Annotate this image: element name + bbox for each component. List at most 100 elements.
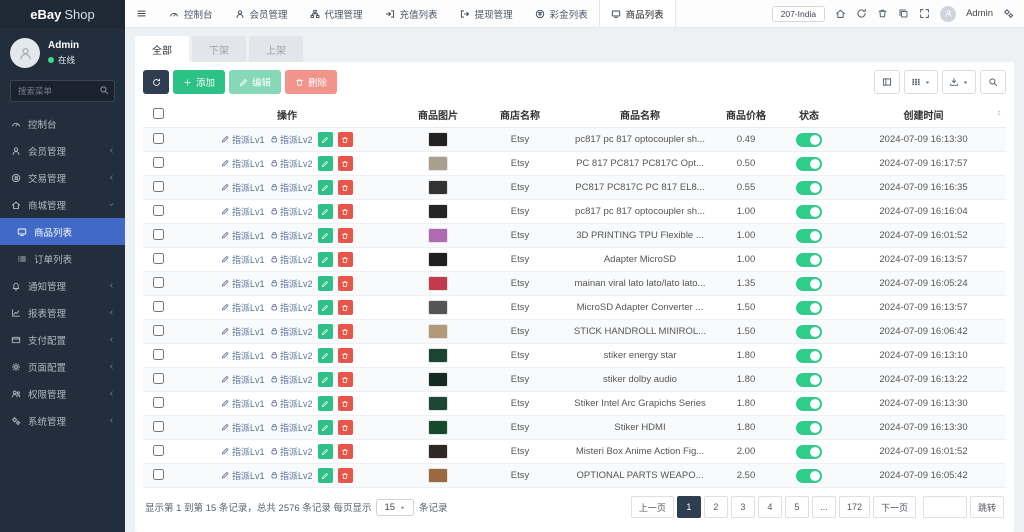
select-all-checkbox[interactable] [153, 108, 164, 119]
row-edit-button[interactable] [318, 204, 333, 219]
app-logo[interactable]: eBay Shop [0, 0, 125, 28]
row-edit-button[interactable] [318, 468, 333, 483]
status-toggle[interactable] [796, 373, 822, 387]
col-created[interactable]: 创建时间 [841, 102, 1006, 128]
assign-lv2-link[interactable]: 指派Lv2 [270, 373, 313, 386]
status-toggle[interactable] [796, 133, 822, 147]
navbar-avatar[interactable] [940, 6, 956, 22]
product-thumbnail[interactable] [428, 324, 448, 339]
row-edit-button[interactable] [318, 228, 333, 243]
trash-icon[interactable] [877, 8, 888, 19]
nav-tab[interactable]: 控制台 [158, 0, 224, 27]
page-ellipsis[interactable]: ... [812, 496, 836, 518]
assign-lv2-link[interactable]: 指派Lv2 [270, 469, 313, 482]
product-thumbnail[interactable] [428, 252, 448, 267]
product-thumbnail[interactable] [428, 276, 448, 291]
assign-lv1-link[interactable]: 指派Lv1 [221, 157, 264, 170]
row-checkbox[interactable] [153, 325, 164, 336]
row-delete-button[interactable] [338, 348, 353, 363]
row-delete-button[interactable] [338, 468, 353, 483]
assign-lv2-link[interactable]: 指派Lv2 [270, 133, 313, 146]
prev-page-button[interactable]: 上一页 [631, 496, 674, 518]
product-thumbnail[interactable] [428, 300, 448, 315]
row-edit-button[interactable] [318, 324, 333, 339]
row-delete-button[interactable] [338, 300, 353, 315]
nav-tab[interactable]: 商品列表 [599, 0, 676, 27]
assign-lv2-link[interactable]: 指派Lv2 [270, 229, 313, 242]
product-thumbnail[interactable] [428, 348, 448, 363]
assign-lv1-link[interactable]: 指派Lv1 [221, 469, 264, 482]
row-edit-button[interactable] [318, 276, 333, 291]
assign-lv2-link[interactable]: 指派Lv2 [270, 397, 313, 410]
status-toggle[interactable] [796, 397, 822, 411]
product-name[interactable]: PC 817 PC817 PC817C Opt... [565, 152, 715, 176]
product-thumbnail[interactable] [428, 132, 448, 147]
row-delete-button[interactable] [338, 372, 353, 387]
row-checkbox[interactable] [153, 421, 164, 432]
toggle-view-button[interactable] [874, 70, 900, 94]
product-name[interactable]: pc817 pc 817 optocoupler sh... [565, 200, 715, 224]
product-thumbnail[interactable] [428, 204, 448, 219]
product-thumbnail[interactable] [428, 180, 448, 195]
next-page-button[interactable]: 下一页 [873, 496, 916, 518]
product-name[interactable]: Adapter MicroSD [565, 248, 715, 272]
row-checkbox[interactable] [153, 205, 164, 216]
row-edit-button[interactable] [318, 300, 333, 315]
jump-button[interactable]: 跳转 [970, 496, 1004, 518]
sidebar-subitem[interactable]: 商品列表 [0, 218, 125, 245]
page-button-172[interactable]: 172 [839, 496, 870, 518]
sidebar-item[interactable]: 支付配置 [0, 326, 125, 353]
sidebar-item[interactable]: 权限管理 [0, 380, 125, 407]
page-button-4[interactable]: 4 [758, 496, 782, 518]
row-checkbox[interactable] [153, 349, 164, 360]
assign-lv1-link[interactable]: 指派Lv1 [221, 325, 264, 338]
row-checkbox[interactable] [153, 469, 164, 480]
columns-button[interactable] [904, 70, 938, 94]
nav-tab[interactable]: 彩金列表 [524, 0, 599, 27]
page-button-5[interactable]: 5 [785, 496, 809, 518]
product-thumbnail[interactable] [428, 420, 448, 435]
assign-lv2-link[interactable]: 指派Lv2 [270, 253, 313, 266]
assign-lv2-link[interactable]: 指派Lv2 [270, 301, 313, 314]
product-name[interactable]: Stiker HDMI [565, 416, 715, 440]
sidebar-toggle-button[interactable] [125, 0, 158, 27]
product-name[interactable]: OPTIONAL PARTS WEAPO... [565, 464, 715, 488]
assign-lv2-link[interactable]: 指派Lv2 [270, 325, 313, 338]
row-delete-button[interactable] [338, 420, 353, 435]
status-toggle[interactable] [796, 229, 822, 243]
product-name[interactable]: mainan viral lato lato/lato lato... [565, 272, 715, 296]
product-thumbnail[interactable] [428, 156, 448, 171]
row-edit-button[interactable] [318, 444, 333, 459]
assign-lv1-link[interactable]: 指派Lv1 [221, 301, 264, 314]
row-delete-button[interactable] [338, 156, 353, 171]
product-thumbnail[interactable] [428, 396, 448, 411]
assign-lv1-link[interactable]: 指派Lv1 [221, 229, 264, 242]
sidebar-item[interactable]: 商城管理 [0, 191, 125, 218]
row-edit-button[interactable] [318, 180, 333, 195]
product-name[interactable]: pc817 pc 817 optocoupler sh... [565, 128, 715, 152]
fullscreen-icon[interactable] [919, 8, 930, 19]
row-checkbox[interactable] [153, 277, 164, 288]
add-button[interactable]: 添加 [173, 70, 225, 94]
sidebar-item[interactable]: 系统管理 [0, 407, 125, 434]
row-edit-button[interactable] [318, 156, 333, 171]
row-delete-button[interactable] [338, 132, 353, 147]
row-checkbox[interactable] [153, 445, 164, 456]
navbar-username[interactable]: Admin [966, 8, 993, 19]
product-name[interactable]: 3D PRINTING TPU Flexible ... [565, 224, 715, 248]
page-jump-input[interactable] [923, 496, 967, 518]
sidebar-item[interactable]: 通知管理 [0, 272, 125, 299]
row-checkbox[interactable] [153, 229, 164, 240]
row-checkbox[interactable] [153, 133, 164, 144]
status-toggle[interactable] [796, 325, 822, 339]
status-toggle[interactable] [796, 277, 822, 291]
assign-lv2-link[interactable]: 指派Lv2 [270, 205, 313, 218]
page-button-2[interactable]: 2 [704, 496, 728, 518]
copy-tabs-icon[interactable] [898, 8, 909, 19]
product-thumbnail[interactable] [428, 468, 448, 483]
region-selector[interactable]: 207-India [772, 6, 825, 22]
sidebar-item[interactable]: 会员管理 [0, 137, 125, 164]
row-edit-button[interactable] [318, 420, 333, 435]
tab-active[interactable]: 全部 [135, 36, 189, 62]
row-delete-button[interactable] [338, 204, 353, 219]
